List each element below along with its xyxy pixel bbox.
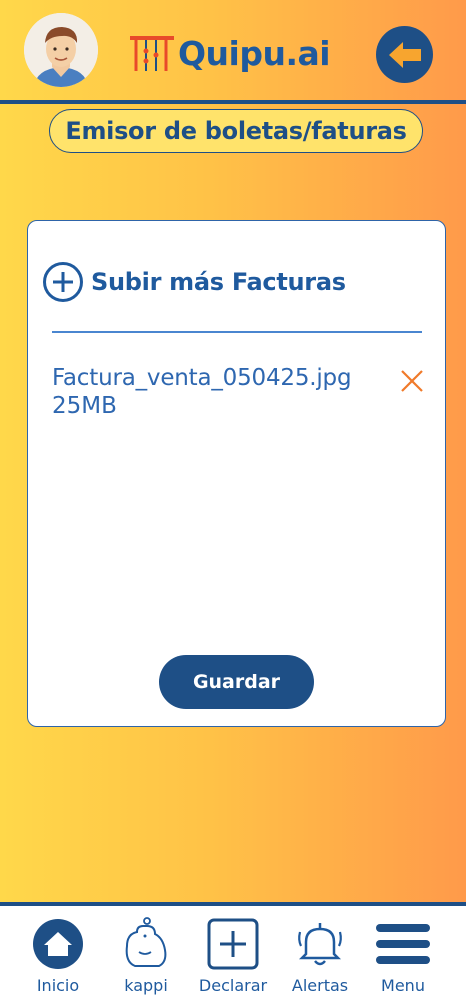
page-title: Emisor de boletas/faturas <box>49 109 423 153</box>
nav-item-declarar[interactable]: Declarar <box>188 916 278 1002</box>
capybara-icon <box>125 917 167 967</box>
logo-text: Quipu.ai <box>178 33 331 73</box>
nav-label: Alertas <box>291 976 349 995</box>
avatar[interactable] <box>24 13 98 87</box>
file-list-item: Factura_venta_050425.jpg 25MB <box>52 364 424 420</box>
nav-item-alertas[interactable]: Alertas <box>275 916 365 1002</box>
app-header: Quipu.ai <box>0 0 466 104</box>
file-size: 25MB <box>52 393 117 419</box>
user-avatar-icon <box>24 13 98 87</box>
nav-label: Declarar <box>198 976 268 995</box>
bell-icon <box>298 923 342 966</box>
nav-item-kappi[interactable]: kappi <box>101 916 191 1002</box>
nav-label: Menu <box>381 976 425 995</box>
plus-square-icon <box>207 918 259 970</box>
bottom-navigation: Inicio kappi Declarar Alertas Menu <box>0 902 466 1008</box>
nav-item-menu[interactable]: Menu <box>358 916 448 1002</box>
nav-item-inicio[interactable]: Inicio <box>13 916 103 1002</box>
close-icon[interactable] <box>400 369 424 393</box>
home-icon <box>33 919 83 969</box>
hamburger-menu-icon <box>376 924 430 964</box>
app-logo: Quipu.ai <box>128 30 331 76</box>
divider <box>52 331 422 333</box>
upload-card: Subir más Facturas Factura_venta_050425.… <box>27 220 446 727</box>
file-name: Factura_venta_050425.jpg <box>52 365 352 391</box>
quipu-abacus-icon <box>130 36 174 71</box>
save-button[interactable]: Guardar <box>159 655 314 709</box>
nav-label: Inicio <box>36 976 80 995</box>
arrow-left-icon <box>388 41 421 68</box>
upload-more-label: Subir más Facturas <box>91 268 346 296</box>
back-button[interactable] <box>376 26 433 83</box>
plus-circle-icon <box>43 262 83 302</box>
nav-label: kappi <box>124 976 168 995</box>
header-divider <box>0 100 466 104</box>
upload-more-button[interactable]: Subir más Facturas <box>42 261 346 303</box>
